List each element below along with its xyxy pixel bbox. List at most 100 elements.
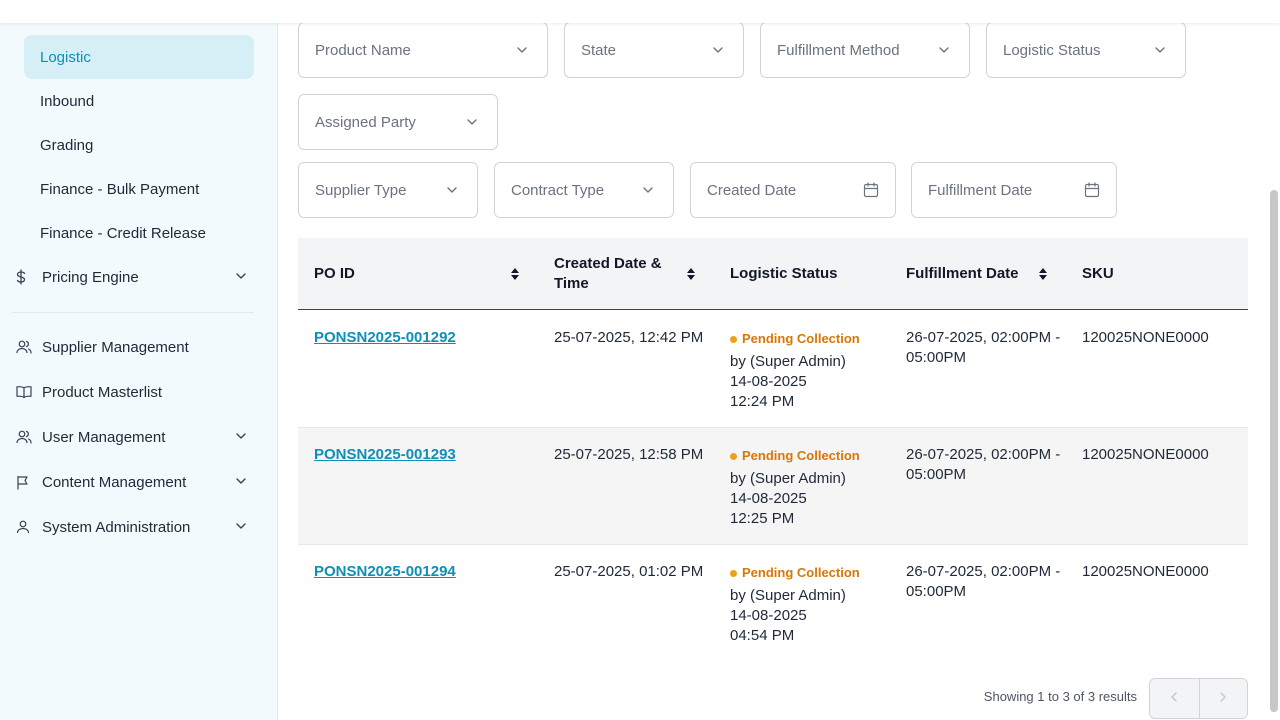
chevron-right-icon — [1218, 690, 1228, 708]
column-header-label: PO ID — [314, 265, 355, 282]
logistic-status-cell: Pending Collection by (Super Admin) 14-0… — [730, 447, 880, 529]
user-group-icon — [16, 428, 38, 446]
chevron-down-icon — [234, 269, 248, 283]
status-date: 14-08-2025 — [730, 373, 807, 390]
status-by: by (Super Admin) — [730, 353, 846, 370]
calendar-icon — [863, 182, 879, 198]
sidebar-item-system-administration[interactable]: System Administration — [12, 505, 254, 549]
sidebar-item-label: System Administration — [42, 518, 191, 536]
created-date-time: 25-07-2025, 12:42 PM — [554, 329, 704, 346]
sort-icon[interactable] — [686, 267, 696, 281]
calendar-icon — [1084, 182, 1100, 198]
previous-page-button[interactable] — [1150, 679, 1199, 718]
status-badge: Pending Collection — [730, 564, 880, 582]
product-name-select[interactable]: Product Name — [298, 22, 548, 78]
sidebar-item-label: User Management — [42, 428, 166, 446]
status-label: Pending Collection — [742, 448, 860, 463]
assigned-party-placeholder: Assigned Party — [315, 113, 416, 131]
sidebar-item-label: Finance - Bulk Payment — [40, 180, 200, 198]
status-dot — [730, 569, 737, 577]
assigned-party-select[interactable]: Assigned Party — [298, 94, 498, 150]
sidebar-item-pricing-engine[interactable]: Pricing Engine — [12, 255, 254, 299]
sidebar-item-finance-bulk-payment[interactable]: Finance - Bulk Payment — [24, 167, 254, 211]
column-header-label: Fulfillment Date — [906, 265, 1019, 282]
chevron-down-icon — [234, 429, 248, 443]
sidebar-item-content-management[interactable]: Content Management — [12, 460, 254, 504]
sidebar-item-user-management[interactable]: User Management — [12, 415, 254, 459]
po-id-link[interactable]: PONSN2025-001292 — [314, 328, 456, 348]
chevron-down-icon — [234, 519, 248, 533]
po-id-link[interactable]: PONSN2025-001293 — [314, 445, 456, 465]
status-time: 12:25 PM — [730, 510, 795, 527]
fulfillment-date-picker[interactable]: Fulfillment Date — [911, 162, 1117, 218]
sidebar-divider — [12, 312, 254, 313]
sidebar-item-inbound[interactable]: Inbound — [24, 79, 254, 123]
page-scrollbar[interactable] — [1270, 190, 1278, 712]
sidebar-item-label: Product Masterlist — [42, 383, 163, 401]
column-header-logistic-status: Logistic Status — [730, 238, 880, 310]
table-row: PONSN2025-001293 25-07-2025, 12:58 PM Pe… — [298, 428, 1248, 545]
created-date-time: 25-07-2025, 01:02 PM — [554, 563, 704, 580]
sidebar-item-grading[interactable]: Grading — [24, 123, 254, 167]
status-badge: Pending Collection — [730, 447, 880, 465]
results-summary: Showing 1 to 3 of 3 results — [983, 689, 1137, 704]
state-select[interactable]: State — [564, 22, 744, 78]
status-label: Pending Collection — [742, 331, 860, 346]
chevron-down-icon — [234, 474, 248, 488]
table-header: PO ID Created Date & Time Logistic Statu… — [298, 238, 1248, 310]
sidebar-item-finance-credit-release[interactable]: Finance - Credit Release — [24, 211, 254, 255]
table-row: PONSN2025-001294 25-07-2025, 01:02 PM Pe… — [298, 545, 1248, 662]
fulfillment-date: 26-07-2025, 02:00PM - 05:00PM — [906, 446, 1061, 483]
top-bar — [0, 0, 1280, 23]
sidebar-item-product-masterlist[interactable]: Product Masterlist — [12, 370, 254, 414]
sidebar: Logistic Inbound Grading Finance - Bulk … — [0, 23, 278, 720]
supplier-type-placeholder: Supplier Type — [315, 181, 407, 199]
created-date-placeholder: Created Date — [707, 181, 797, 199]
logistic-status-placeholder: Logistic Status — [1003, 41, 1101, 59]
chevron-down-icon — [711, 43, 725, 57]
sidebar-item-label: Supplier Management — [42, 338, 189, 356]
column-header-fulfillment-date[interactable]: Fulfillment Date — [906, 238, 1046, 310]
sidebar-item-label: Inbound — [40, 92, 95, 110]
created-date-picker[interactable]: Created Date — [690, 162, 896, 218]
state-placeholder: State — [581, 41, 617, 59]
sidebar-item-logistic[interactable]: Logistic — [24, 35, 254, 79]
status-date: 14-08-2025 — [730, 607, 807, 624]
contract-type-select[interactable]: Contract Type — [494, 162, 674, 218]
column-header-created-date-time[interactable]: Created Date & Time — [554, 238, 674, 310]
chevron-left-icon — [1169, 690, 1179, 708]
status-by: by (Super Admin) — [730, 470, 846, 487]
user-icon — [16, 518, 38, 536]
sidebar-item-label: Logistic — [40, 48, 91, 66]
sku: 120025NONE0000 — [1082, 329, 1209, 346]
logistic-status-cell: Pending Collection by (Super Admin) 14-0… — [730, 330, 880, 412]
column-header-label: SKU — [1082, 265, 1114, 282]
status-time: 12:24 PM — [730, 393, 795, 410]
sku: 120025NONE0000 — [1082, 563, 1209, 580]
logistic-status-select[interactable]: Logistic Status — [986, 22, 1186, 78]
fulfillment-date-placeholder: Fulfillment Date — [928, 181, 1033, 199]
supplier-type-select[interactable]: Supplier Type — [298, 162, 478, 218]
po-id-link[interactable]: PONSN2025-001294 — [314, 562, 456, 582]
fulfillment-method-select[interactable]: Fulfillment Method — [760, 22, 970, 78]
status-by: by (Super Admin) — [730, 587, 846, 604]
sidebar-item-label: Grading — [40, 136, 94, 154]
chevron-down-icon — [641, 183, 655, 197]
sidebar-item-label: Pricing Engine — [42, 268, 139, 286]
sidebar-item-label: Content Management — [42, 473, 187, 491]
next-page-button[interactable] — [1198, 679, 1248, 718]
sort-icon[interactable] — [510, 267, 520, 281]
sort-icon[interactable] — [1038, 267, 1048, 281]
product-name-placeholder: Product Name — [315, 41, 411, 59]
created-date-time: 25-07-2025, 12:58 PM — [554, 446, 704, 463]
contract-type-placeholder: Contract Type — [511, 181, 605, 199]
status-date: 14-08-2025 — [730, 490, 807, 507]
column-header-label: Logistic Status — [730, 265, 838, 282]
chevron-down-icon — [1153, 43, 1167, 57]
column-header-po-id[interactable]: PO ID — [314, 238, 514, 310]
sidebar-item-label: Finance - Credit Release — [40, 224, 206, 242]
chevron-down-icon — [465, 115, 479, 129]
status-dot — [730, 335, 737, 343]
column-header-label: Created Date & Time — [554, 255, 662, 292]
sidebar-item-supplier-management[interactable]: Supplier Management — [12, 325, 254, 369]
